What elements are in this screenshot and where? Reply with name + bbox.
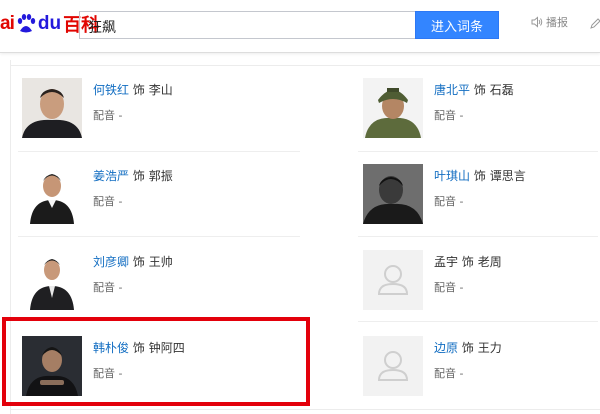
default-avatar-placeholder[interactable]	[363, 336, 423, 396]
role-name: 王帅	[148, 255, 173, 269]
actor-photo[interactable]	[22, 250, 82, 310]
broadcast-button[interactable]: 播报	[531, 14, 568, 30]
role-verb: 饰	[132, 255, 145, 269]
dub-value: -	[459, 109, 464, 122]
actor-name-link[interactable]: 刘彦卿	[93, 255, 129, 269]
content-frame-bottom-border	[10, 409, 600, 410]
cast-item[interactable]: 刘彦卿 饰 王帅 配音 -	[22, 250, 282, 314]
actor-name: 孟宇	[434, 255, 459, 269]
actor-name-link[interactable]: 叶琪山	[434, 169, 470, 183]
actor-photo[interactable]	[363, 78, 423, 138]
dub-value: -	[118, 109, 123, 122]
row-divider	[358, 151, 598, 152]
cast-item[interactable]: 唐北平 饰 石磊 配音 -	[363, 78, 600, 142]
role-verb: 饰	[473, 83, 486, 97]
logo-text-du: du	[37, 13, 62, 34]
role-name: 王力	[477, 341, 502, 355]
actor-name-link[interactable]: 边原	[434, 341, 458, 355]
content-frame-top-border	[10, 65, 600, 66]
enter-entry-button[interactable]: 进入词条	[415, 11, 499, 39]
default-avatar-placeholder[interactable]	[363, 250, 423, 310]
actor-photo[interactable]	[22, 164, 82, 224]
cast-item[interactable]: 边原 饰 王力 配音 -	[363, 336, 600, 400]
role-verb: 饰	[132, 169, 145, 183]
role-name: 石磊	[489, 83, 514, 97]
cast-item[interactable]: 叶琪山 饰 谭思言 配音 -	[363, 164, 600, 228]
dub-label: 配音	[434, 367, 456, 380]
actor-name-link[interactable]: 何铁红	[93, 83, 129, 97]
role-verb: 饰	[461, 255, 474, 269]
row-divider	[358, 321, 598, 322]
person-icon	[377, 265, 409, 295]
role-name: 谭思言	[489, 169, 526, 183]
dub-value: -	[118, 281, 123, 294]
dub-label: 配音	[434, 109, 456, 122]
role-verb: 饰	[473, 169, 486, 183]
broadcast-label: 播报	[546, 16, 568, 29]
actor-photo[interactable]	[22, 78, 82, 138]
highlight-box	[2, 317, 310, 406]
dub-label: 配音	[93, 109, 115, 122]
paw-icon	[15, 13, 37, 35]
search-input[interactable]: 狂飙	[79, 11, 415, 39]
role-name: 郭振	[148, 169, 173, 183]
actor-name-link[interactable]: 姜浩严	[93, 169, 129, 183]
dub-label: 配音	[93, 281, 115, 294]
role-name: 李山	[148, 83, 173, 97]
cast-item[interactable]: 姜浩严 饰 郭振 配音 -	[22, 164, 282, 228]
actor-name-link[interactable]: 唐北平	[434, 83, 470, 97]
row-divider	[358, 236, 598, 237]
dub-label: 配音	[434, 195, 456, 208]
dub-label: 配音	[434, 281, 456, 294]
dub-label: 配音	[93, 195, 115, 208]
dub-value: -	[459, 281, 464, 294]
row-divider	[18, 236, 300, 237]
dub-value: -	[118, 195, 123, 208]
row-divider	[18, 151, 300, 152]
dub-value: -	[459, 195, 464, 208]
dub-value: -	[459, 367, 464, 380]
cast-item[interactable]: 何铁红 饰 李山 配音 -	[22, 78, 282, 142]
actor-photo[interactable]	[363, 164, 423, 224]
role-name: 老周	[477, 255, 502, 269]
edit-icon[interactable]	[590, 14, 600, 33]
role-verb: 饰	[461, 341, 474, 355]
role-verb: 饰	[132, 83, 145, 97]
speaker-icon	[531, 16, 543, 28]
logo-text-left: ai	[0, 13, 15, 34]
cast-item[interactable]: 孟宇 饰 老周 配音 -	[363, 250, 600, 314]
top-bar: ai du 百科 狂飙 进入词条 播报	[0, 0, 600, 53]
person-icon	[377, 351, 409, 381]
